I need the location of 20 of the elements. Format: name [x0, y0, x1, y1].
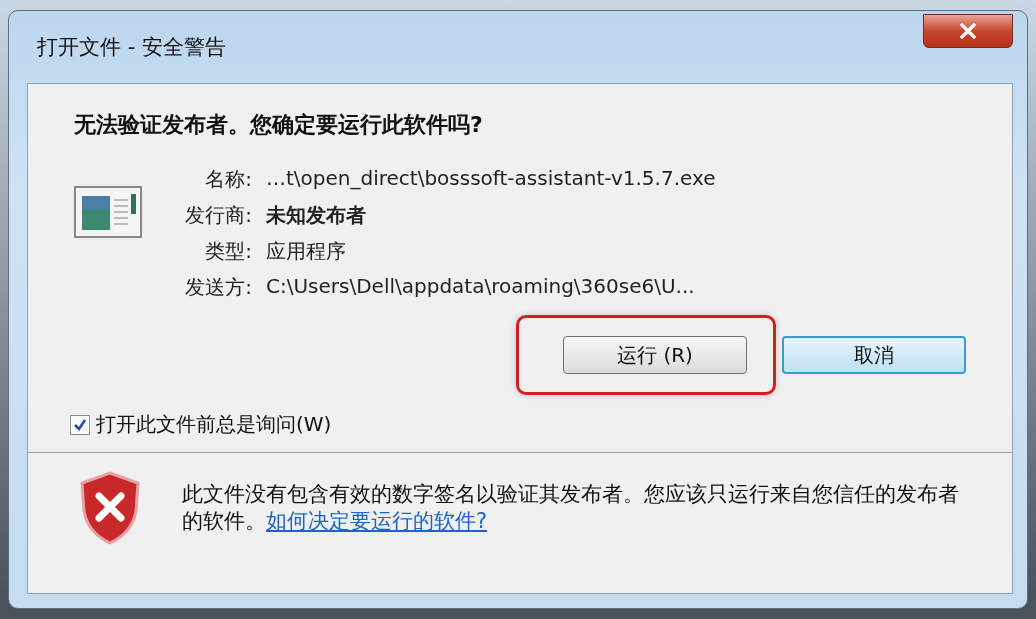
field-label: 发送方:: [184, 274, 252, 301]
field-label: 发行商:: [184, 202, 252, 229]
checkbox-label: 打开此文件前总是询问(W): [96, 411, 332, 438]
window-title: 打开文件 - 安全警告: [36, 34, 226, 61]
field-label: 名称:: [204, 166, 252, 193]
run-button[interactable]: 运行 (R): [563, 336, 747, 374]
field-label: 类型:: [204, 238, 252, 265]
application-icon: [74, 186, 142, 238]
field-value: …t\open_direct\bosssoft-assistant-v1.5.7.exe: [266, 166, 716, 192]
close-button[interactable]: [923, 14, 1013, 48]
dialog-heading: 无法验证发布者。您确定要运行此软件吗?: [74, 111, 484, 139]
field-value: 应用程序: [266, 238, 347, 265]
warning-shield-icon: [78, 471, 142, 545]
close-icon: [958, 23, 978, 39]
checkbox[interactable]: [70, 414, 90, 435]
warning-message: 此文件没有包含有效的数字签名以验证其发布者。您应该只运行来自您信任的发布者的软件。如何决定要运行的软件?: [182, 481, 960, 535]
help-link[interactable]: 如何决定要运行的软件?: [266, 509, 488, 533]
field-value: C:\Users\Dell\appdata\roaming\360se6\U...: [266, 274, 696, 300]
cancel-button[interactable]: 取消: [782, 336, 966, 374]
field-value: 未知发布者: [266, 202, 367, 229]
